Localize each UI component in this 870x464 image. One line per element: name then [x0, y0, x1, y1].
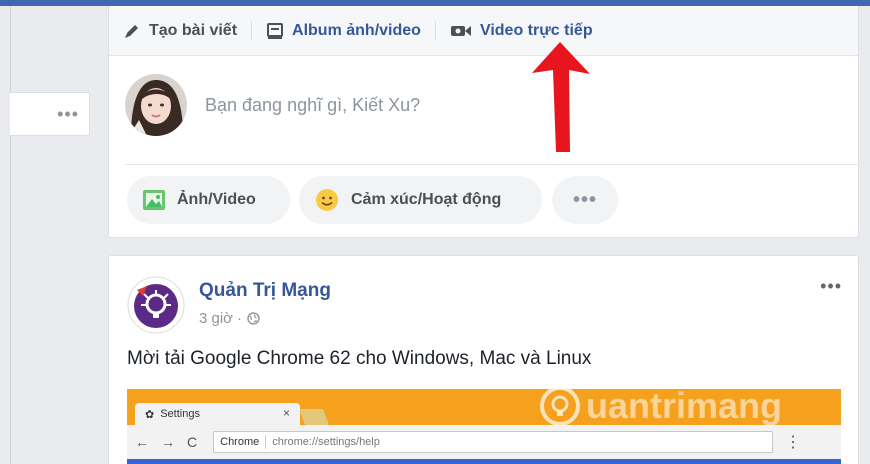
page-avatar[interactable] — [127, 276, 185, 334]
watermark-logo-icon — [538, 384, 582, 428]
chrome-tab-close-icon: × — [282, 406, 290, 420]
tab-album[interactable]: Album ảnh/video — [266, 6, 421, 56]
chrome-url: chrome://settings/help — [272, 436, 380, 448]
reload-icon: C — [187, 434, 198, 450]
tab-album-label: Album ảnh/video — [292, 21, 421, 39]
post-meta: 3 giờ · — [199, 310, 260, 327]
feed-post: Quản Trị Mạng 3 giờ · ••• Mời tải Google… — [108, 255, 859, 464]
post-text: Mời tải Google Chrome 62 cho Windows, Ma… — [127, 348, 592, 369]
tab-separator — [251, 20, 253, 41]
avatar[interactable] — [125, 74, 187, 136]
chrome-tab-title: Settings — [160, 408, 200, 420]
forward-arrow-icon: → — [161, 434, 175, 450]
post-timestamp[interactable]: 3 giờ — [199, 310, 233, 327]
watermark: uantrimang — [538, 384, 782, 428]
omnibox-separator — [265, 435, 267, 449]
video-camera-icon — [450, 23, 472, 39]
composer-input[interactable]: Bạn đang nghĩ gì, Kiết Xu? — [205, 95, 420, 116]
photo-icon — [143, 190, 165, 210]
smiley-icon — [315, 188, 339, 212]
chrome-site-chip: Chrome — [220, 436, 260, 448]
tab-live-video-label: Video trực tiếp — [479, 21, 593, 39]
pencil-icon — [123, 22, 141, 40]
feeling-activity-button[interactable]: Cảm xúc/Hoạt động — [299, 176, 542, 224]
chrome-tab: ✿ Settings × — [135, 403, 300, 425]
back-arrow-icon: ← — [135, 434, 149, 450]
composer-more-button[interactable]: ••• — [552, 176, 618, 224]
tab-create-post[interactable]: Tạo bài viết — [123, 6, 237, 56]
album-icon — [266, 22, 284, 40]
composer-tab-bar: Tạo bài viết Album ảnh/video Video trực … — [109, 6, 858, 56]
chrome-page-header — [127, 459, 841, 464]
chrome-omnibox: Chrome chrome://settings/help — [213, 431, 774, 453]
feeling-activity-label: Cảm xúc/Hoạt động — [351, 191, 502, 208]
watermark-text: uantrimang — [586, 385, 783, 426]
post-composer: Tạo bài viết Album ảnh/video Video trực … — [108, 6, 859, 238]
red-arrow-annotation — [532, 42, 590, 152]
settings-gear-icon: ✿ — [145, 408, 155, 421]
photo-video-label: Ảnh/Video — [177, 191, 256, 208]
chrome-menu-icon: ⋮ — [785, 434, 802, 451]
globe-icon[interactable] — [247, 312, 260, 325]
chrome-toolbar: ← → C Chrome chrome://settings/help ⋮ — [127, 425, 841, 459]
left-column-divider — [10, 6, 11, 464]
tab-create-post-label: Tạo bài viết — [149, 21, 238, 39]
post-options-button[interactable]: ••• — [820, 276, 842, 297]
more-dots: ••• — [572, 189, 597, 211]
meta-separator: · — [237, 310, 243, 327]
photo-video-button[interactable]: Ảnh/Video — [127, 176, 290, 224]
left-more-options-button[interactable]: ••• — [57, 105, 79, 123]
post-author-link[interactable]: Quản Trị Mạng — [199, 280, 331, 302]
composer-divider — [125, 164, 858, 165]
tab-separator — [434, 20, 436, 41]
left-sidebar-card: ••• — [10, 92, 90, 136]
